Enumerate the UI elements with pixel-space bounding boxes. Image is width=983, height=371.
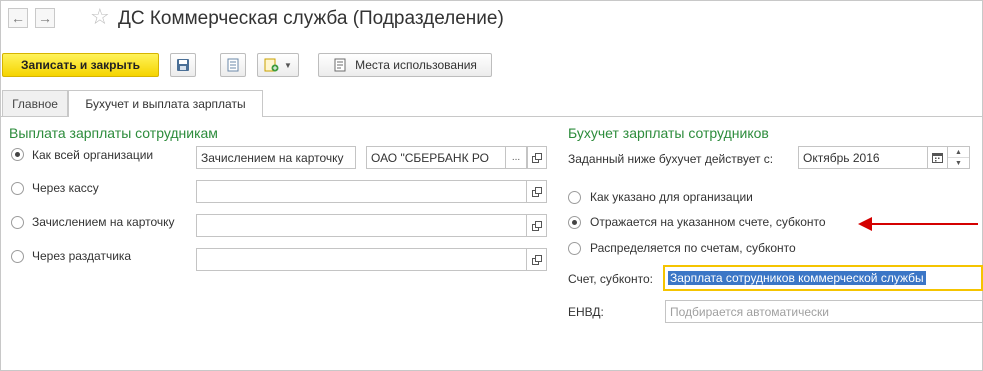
radio-whole-organization-label[interactable]: Как всей организации	[32, 148, 153, 162]
create-document-icon	[264, 58, 279, 72]
radio-specified-account-label[interactable]: Отражается на указанном счете, субконто	[590, 215, 826, 229]
bank-field[interactable]: ОАО "СБЕРБАНК РО	[366, 146, 506, 169]
payment-method-value: Зачислением на карточку	[201, 150, 344, 165]
annotation-arrow-icon	[858, 217, 872, 231]
page-title: ДС Коммерческая служба (Подразделение)	[118, 8, 504, 29]
payment-method-field[interactable]: Зачислением на карточку	[196, 146, 356, 169]
envd-placeholder: Подбирается автоматически	[670, 304, 829, 319]
account-field[interactable]: Зарплата сотрудников коммерческой службы	[663, 265, 983, 291]
annotation-arrow-line	[870, 223, 978, 225]
open-window-icon	[531, 220, 542, 231]
radio-as-organization-label[interactable]: Как указано для организации	[590, 190, 753, 204]
bank-select-button[interactable]: ...	[506, 146, 527, 169]
open-window-icon	[531, 254, 542, 265]
card-open-button[interactable]	[527, 214, 547, 237]
back-button[interactable]: ←	[8, 8, 28, 28]
radio-distributed[interactable]	[568, 242, 581, 255]
ellipsis-icon: ...	[511, 152, 521, 163]
effective-from-label: Заданный ниже бухучет действует с:	[568, 152, 774, 166]
chevron-down-icon: ▼	[284, 60, 292, 70]
document-list-icon	[227, 58, 239, 72]
radio-as-organization[interactable]	[568, 191, 581, 204]
open-window-icon	[532, 152, 542, 163]
favorite-star-icon[interactable]: ☆	[90, 6, 110, 28]
calendar-icon	[932, 153, 943, 163]
save-button[interactable]	[170, 53, 196, 77]
save-and-close-label: Записать и закрыть	[21, 58, 140, 72]
radio-distributor-label[interactable]: Через раздатчика	[32, 249, 131, 263]
calendar-button[interactable]	[928, 146, 948, 169]
forward-button[interactable]: →	[35, 8, 55, 28]
radio-cash-desk[interactable]	[11, 182, 24, 195]
radio-card-label[interactable]: Зачислением на карточку	[32, 215, 175, 229]
save-and-close-button[interactable]: Записать и закрыть	[2, 53, 159, 77]
radio-whole-organization[interactable]	[11, 148, 24, 161]
distributor-open-button[interactable]	[527, 248, 547, 271]
radio-distributor[interactable]	[11, 250, 24, 263]
effective-from-value: Октябрь 2016	[803, 150, 880, 165]
cash-desk-field[interactable]	[196, 180, 527, 203]
period-stepper[interactable]: ▲ ▼	[948, 146, 970, 169]
radio-specified-account[interactable]	[568, 216, 581, 229]
tab-main[interactable]: Главное	[2, 90, 68, 116]
envd-field[interactable]: Подбирается автоматически	[665, 300, 983, 323]
envd-label: ЕНВД:	[568, 305, 604, 319]
stepper-down-icon[interactable]: ▼	[948, 158, 969, 168]
document-icon	[334, 58, 346, 72]
floppy-disk-icon	[177, 59, 189, 71]
bank-open-button[interactable]	[527, 146, 547, 169]
tab-main-label: Главное	[12, 96, 58, 111]
bank-value: ОАО "СБЕРБАНК РО	[371, 150, 489, 165]
usage-places-button[interactable]: Места использования	[318, 53, 492, 77]
document-list-button[interactable]	[220, 53, 246, 77]
distributor-field[interactable]	[196, 248, 527, 271]
stepper-up-icon[interactable]: ▲	[948, 147, 969, 158]
tab-accounting-payroll[interactable]: Бухучет и выплата зарплаты	[68, 90, 263, 117]
effective-from-field[interactable]: Октябрь 2016	[798, 146, 928, 169]
usage-places-label: Места использования	[355, 58, 477, 72]
account-label: Счет, субконто:	[568, 272, 653, 286]
arrow-right-icon: →	[38, 10, 52, 26]
account-value: Зарплата сотрудников коммерческой службы	[668, 271, 926, 285]
radio-cash-desk-label[interactable]: Через кассу	[32, 181, 99, 195]
tab-accounting-payroll-label: Бухучет и выплата зарплаты	[85, 97, 246, 111]
arrow-left-icon: ←	[11, 10, 25, 26]
radio-distributed-label[interactable]: Распределяется по счетам, субконто	[590, 241, 796, 255]
accounting-section-title: Бухучет зарплаты сотрудников	[568, 125, 769, 141]
cash-desk-open-button[interactable]	[527, 180, 547, 203]
radio-card[interactable]	[11, 216, 24, 229]
card-field[interactable]	[196, 214, 527, 237]
payment-section-title: Выплата зарплаты сотрудникам	[9, 125, 218, 141]
create-based-on-button[interactable]: ▼	[257, 53, 299, 77]
open-window-icon	[531, 186, 542, 197]
